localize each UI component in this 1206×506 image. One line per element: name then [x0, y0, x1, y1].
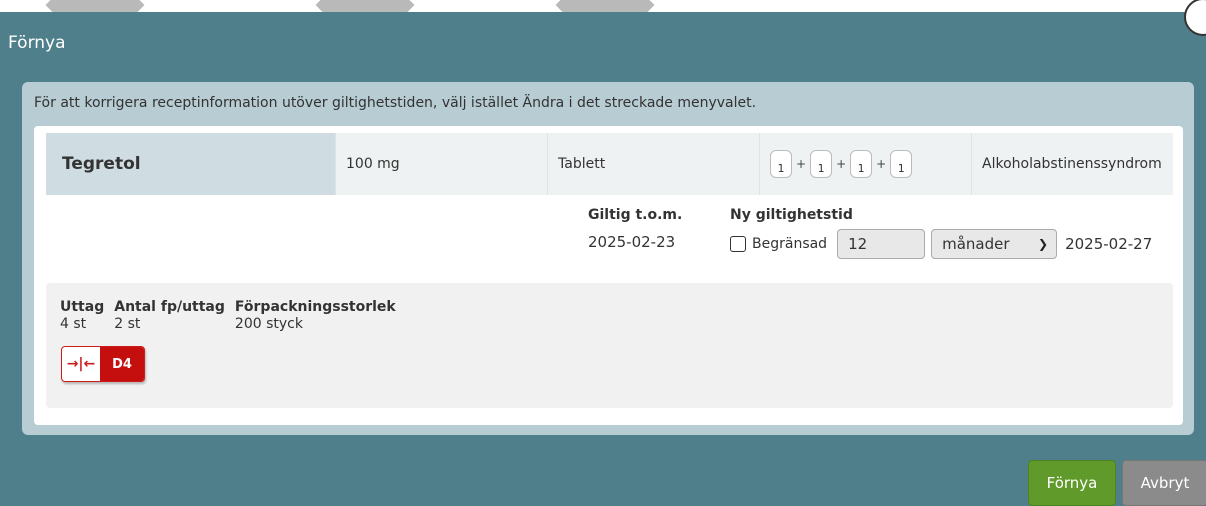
- info-text: För att korrigera receptinformation utöv…: [34, 95, 757, 111]
- current-validity-date: 2025-02-23: [588, 233, 676, 251]
- plus-sign: +: [836, 157, 847, 171]
- limited-checkbox[interactable]: [730, 236, 746, 252]
- validity-unit-value: månader: [942, 235, 1010, 253]
- prescription-card: Tegretol 100 mg Tablett 1 + 1 + 1 + 1 Al…: [34, 126, 1183, 425]
- validity-duration-input[interactable]: [837, 229, 926, 259]
- renew-panel: För att korrigera receptinformation utöv…: [22, 82, 1194, 435]
- limited-label: Begränsad: [752, 236, 828, 252]
- flag-code: D4: [100, 347, 144, 381]
- dispensing-flag-button[interactable]: →|← D4: [61, 346, 145, 382]
- close-icon[interactable]: [1184, 0, 1206, 36]
- dose-evening: 1: [850, 150, 873, 178]
- medication-form: Tablett: [548, 133, 760, 195]
- withdrawal-label: Uttag: [60, 299, 105, 315]
- dose-morning: 1: [770, 150, 792, 178]
- dose-night: 1: [890, 150, 913, 178]
- current-validity: Giltig t.o.m. 2025-02-23: [588, 207, 682, 251]
- background-strip: [0, 0, 1206, 12]
- package-panel: Uttag 4 st Antal fp/uttag 2 st Förpackni…: [46, 283, 1173, 408]
- watermark-shape: [315, 0, 415, 12]
- medication-strength: 100 mg: [336, 133, 548, 195]
- indication: Alkoholabstinenssyndrom: [982, 156, 1162, 172]
- medication-name: Tegretol: [46, 133, 336, 195]
- new-validity-date: 2025-02-27: [1065, 235, 1153, 253]
- merge-arrows-icon: →|←: [66, 356, 96, 372]
- current-validity-label: Giltig t.o.m.: [588, 207, 683, 223]
- package-size-label: Förpackningsstorlek: [234, 299, 396, 315]
- per-withdrawal-label: Antal fp/uttag: [114, 299, 225, 315]
- dosage-schedule: 1 + 1 + 1 + 1: [760, 133, 972, 195]
- new-validity: Ny giltighetstid Begränsad månader ❯ 202…: [730, 207, 1190, 259]
- validity-unit-select[interactable]: månader ❯: [931, 229, 1058, 259]
- medication-row: Tegretol 100 mg Tablett 1 + 1 + 1 + 1 Al…: [46, 133, 1173, 195]
- per-withdrawal-value: 2 st: [114, 316, 141, 332]
- new-validity-label: Ny giltighetstid: [730, 207, 853, 223]
- chevron-down-icon: ❯: [1038, 237, 1049, 251]
- plus-sign: +: [876, 157, 887, 171]
- package-size-value: 200 styck: [234, 316, 303, 332]
- watermark-shape: [555, 0, 655, 12]
- dialog-title: Förnya: [8, 33, 66, 53]
- withdrawal-value: 4 st: [60, 316, 87, 332]
- cancel-button[interactable]: Avbryt: [1122, 460, 1206, 506]
- watermark-shape: [45, 0, 145, 12]
- renew-button[interactable]: Förnya: [1028, 460, 1116, 506]
- plus-sign: +: [796, 157, 807, 171]
- dose-noon: 1: [810, 150, 833, 178]
